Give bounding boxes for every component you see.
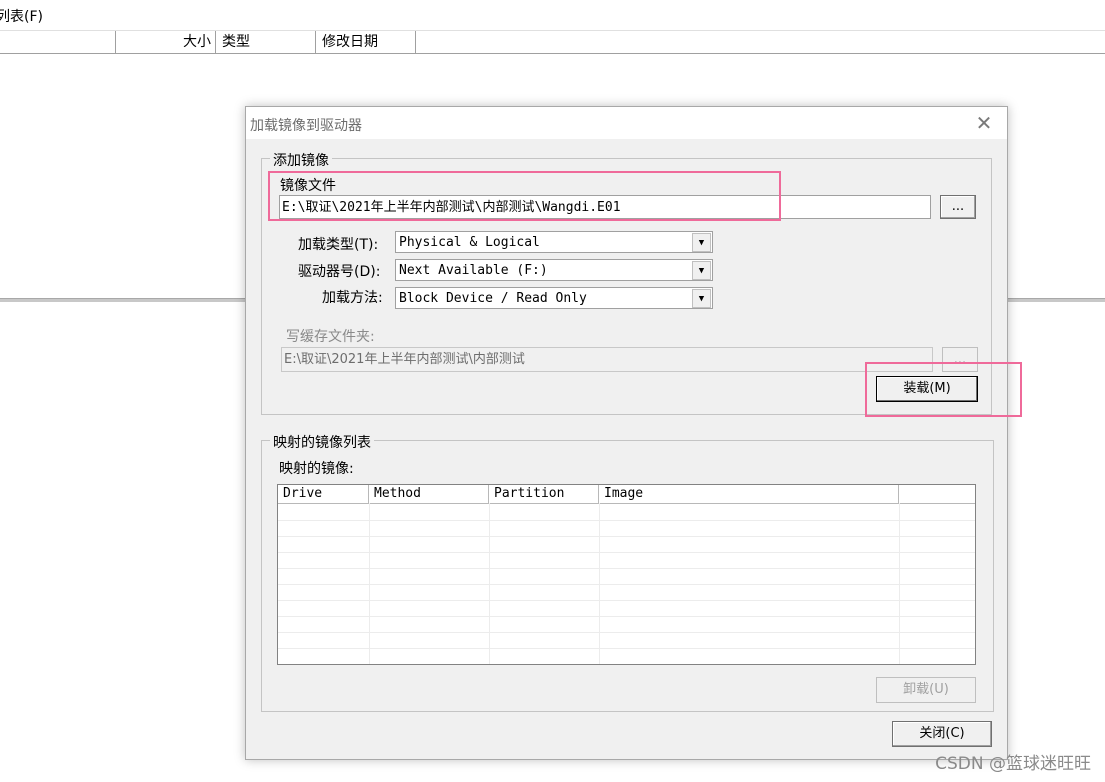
mapped-images-list[interactable]: Drive Method Partition Image [277,484,976,665]
watermark: CSDN @篮球迷旺旺 [935,754,1091,774]
list-row [278,505,975,521]
background-menu-item[interactable]: 列表(F) [0,6,43,26]
chevron-down-icon[interactable]: ▼ [692,289,711,308]
column-header-method[interactable]: Method [369,485,489,503]
list-row [278,633,975,649]
list-row [278,649,975,664]
mount-image-dialog: 加载镜像到驱动器 ✕ 添加镜像 镜像文件 E:\取证\2021年上半年内部测试\… [245,106,1022,760]
browse-image-button[interactable]: ... [940,195,976,219]
close-button[interactable]: 关闭(C) [892,721,992,747]
write-cache-input: E:\取证\2021年上半年内部测试\内部测试 [281,347,933,372]
background-menu-bar: 列表(F) [0,0,1105,31]
mount-type-label: 加载类型(T): [298,237,379,253]
list-row [278,553,975,569]
list-row [278,569,975,585]
write-cache-label: 写缓存文件夹: [286,329,375,345]
column-header-name[interactable] [0,31,116,53]
unmount-button: 卸载(U) [876,677,976,703]
close-icon[interactable]: ✕ [972,111,996,135]
mapped-images-label: 映射的镜像: [279,461,354,477]
dialog-title: 加载镜像到驱动器 [250,118,362,134]
drive-letter-select[interactable]: Next Available (F:) ▼ [395,259,713,281]
column-header-partition[interactable]: Partition [489,485,599,503]
chevron-down-icon[interactable]: ▼ [692,233,711,252]
highlight-box-image-file [268,171,781,221]
drive-letter-value: Next Available (F:) [399,263,548,278]
list-row [278,585,975,601]
mount-method-label: 加载方法: [322,290,383,306]
add-image-group-title: 添加镜像 [270,150,332,170]
column-header-type[interactable]: 类型 [216,31,316,53]
mount-method-value: Block Device / Read Only [399,291,587,306]
list-row [278,521,975,537]
background-list-header: 大小 类型 修改日期 [0,31,1105,54]
mapped-images-list-header: Drive Method Partition Image [278,485,975,504]
dialog-title-bar[interactable]: 加载镜像到驱动器 ✕ [246,107,1007,139]
highlight-box-mount [865,362,1022,417]
column-header-extra[interactable] [899,485,975,503]
mapped-images-group-title: 映射的镜像列表 [270,432,374,452]
drive-letter-label: 驱动器号(D): [298,264,381,280]
list-row [278,617,975,633]
column-header-modified[interactable]: 修改日期 [316,31,416,53]
column-header-image[interactable]: Image [599,485,899,503]
chevron-down-icon[interactable]: ▼ [692,261,711,280]
list-row [278,537,975,553]
mount-method-select[interactable]: Block Device / Read Only ▼ [395,287,713,309]
column-header-size[interactable]: 大小 [116,31,216,53]
column-header-drive[interactable]: Drive [278,485,369,503]
list-row [278,601,975,617]
mount-type-select[interactable]: Physical & Logical ▼ [395,231,713,253]
mount-type-value: Physical & Logical [399,235,540,250]
